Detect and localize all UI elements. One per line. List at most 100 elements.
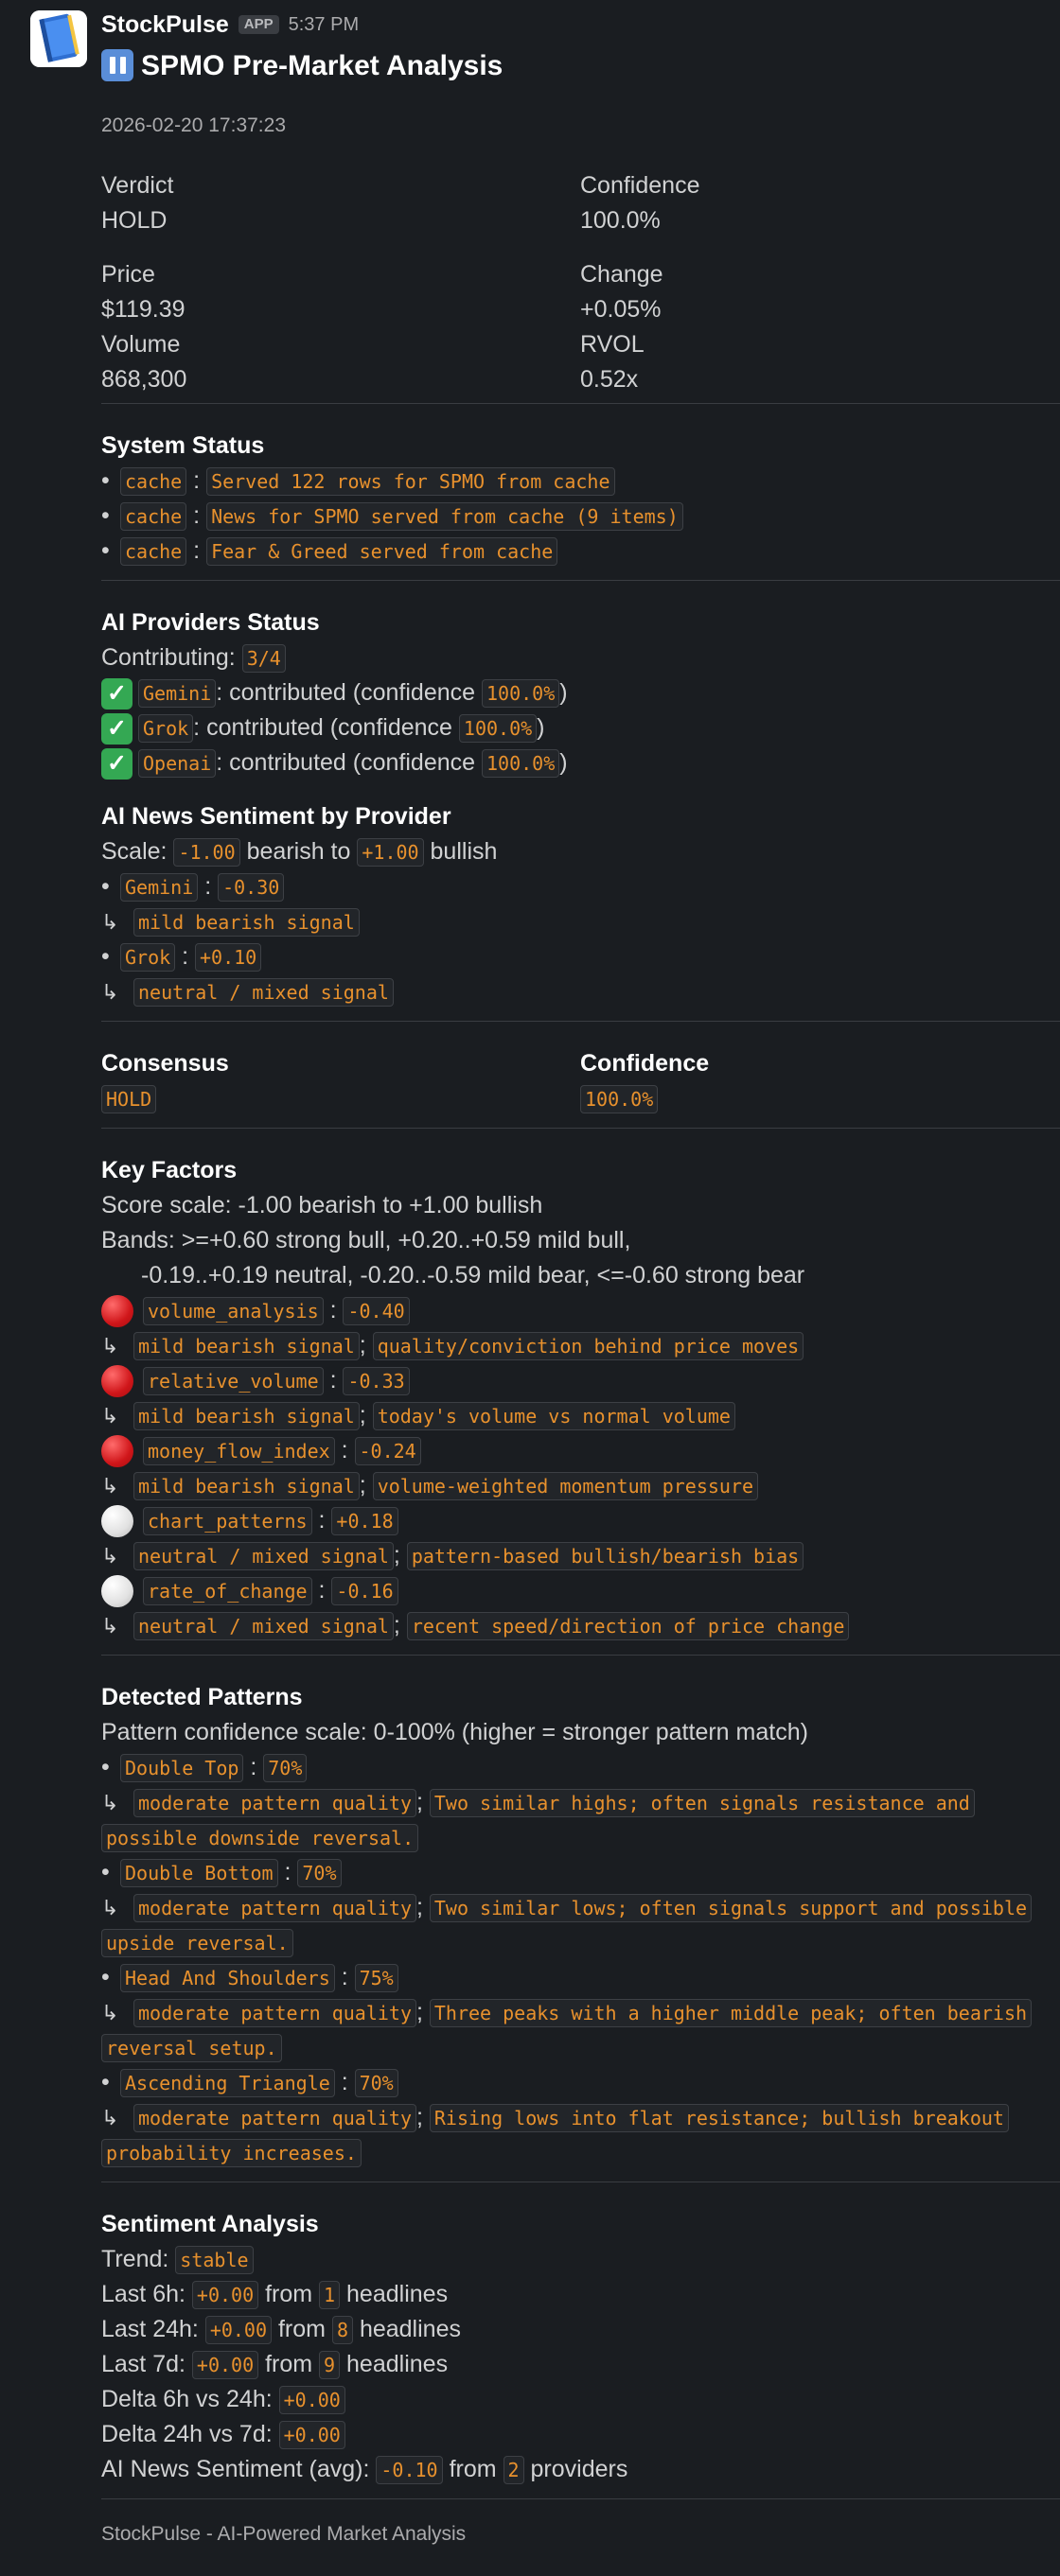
avg-from: from <box>449 2456 497 2482</box>
factor-detail: ↳ mild bearish signal; quality/conviction… <box>101 1328 1060 1363</box>
system-status-section: System Status • cache : Served 122 rows f… <box>101 429 1060 569</box>
factor-row: chart_patterns : +0.18 <box>101 1503 1060 1538</box>
contributing-label: Contributing: <box>101 644 236 671</box>
factor-signal: neutral / mixed signal <box>133 1542 394 1571</box>
section-title: AI Providers Status <box>101 609 320 636</box>
sentiment-row: Last 7d: +0.00 from 9 headlines <box>101 2347 1060 2382</box>
section-title: Detected Patterns <box>101 1684 303 1710</box>
status-tag: cache <box>120 502 187 532</box>
verdict-field: Verdict HOLD <box>101 168 580 238</box>
sentiment-from: from <box>265 2281 313 2307</box>
white-circle-icon <box>101 1575 133 1608</box>
divider <box>101 403 1060 404</box>
patterns-section: Detected Patterns Pattern confidence sca… <box>101 1680 1060 2170</box>
message-time[interactable]: 5:37 PM <box>289 8 359 43</box>
list-item: • Grok : +0.10 <box>101 939 1060 974</box>
white-circle-icon <box>101 1505 133 1538</box>
sentiment-row: Last 6h: +0.00 from 1 headlines <box>101 2277 1060 2312</box>
check-mark-icon: ✓ <box>101 677 132 710</box>
section-title: Key Factors <box>101 1157 238 1183</box>
factor-desc: recent speed/direction of price change <box>406 1612 850 1641</box>
pattern-desc-cont: upside reversal. <box>101 1929 293 1958</box>
list-item: ↳ mild bearish signal <box>101 904 1060 939</box>
provider-confidence: 100.0% <box>481 679 560 709</box>
factor-signal: neutral / mixed signal <box>133 1612 394 1641</box>
status-tag: cache <box>120 537 187 567</box>
factor-score: -0.40 <box>343 1297 410 1326</box>
confidence-value: 100.0% <box>580 207 661 234</box>
pattern-pct: 70% <box>263 1754 308 1783</box>
list-item: ↳ neutral / mixed signal <box>101 974 1060 1009</box>
factor-score: -0.24 <box>354 1437 421 1466</box>
sentiment-label: Last 6h: <box>101 2281 186 2307</box>
provider-name: Grok <box>120 943 176 973</box>
list-item: • cache : Served 122 rows for SPMO from c… <box>101 464 1060 499</box>
pattern-detail-cont: possible downside reversal. <box>101 1820 1060 1855</box>
provider-score: +0.10 <box>195 943 262 973</box>
pattern-name: Ascending Triangle <box>120 2069 335 2098</box>
factor-signal: mild bearish signal <box>133 1332 360 1361</box>
sentiment-label: Last 24h: <box>101 2316 199 2342</box>
pattern-name: Head And Shoulders <box>120 1964 335 1993</box>
app-badge: APP <box>238 15 279 34</box>
provider-close: ) <box>559 749 568 776</box>
consensus-confidence-value: 100.0% <box>580 1085 659 1114</box>
section-title: System Status <box>101 432 265 459</box>
change-value: +0.05% <box>580 296 662 323</box>
provider-name: Gemini <box>138 679 217 709</box>
pattern-desc-cont: probability increases. <box>101 2139 362 2168</box>
provider-signal: neutral / mixed signal <box>133 978 394 1008</box>
pattern-quality: moderate pattern quality <box>133 1999 416 2028</box>
bands-line-2: -0.19..+0.19 neutral, -0.20..-0.59 mild … <box>141 1262 805 1288</box>
check-mark-icon: ✓ <box>101 712 132 745</box>
provider-confidence: 100.0% <box>481 749 560 779</box>
consensus-value: HOLD <box>101 1085 157 1114</box>
section-title: Sentiment Analysis <box>101 2211 319 2237</box>
factor-row: money_flow_index : -0.24 <box>101 1433 1060 1468</box>
pattern-desc: Two similar highs; often signals resista… <box>429 1789 975 1818</box>
consensus-fields: Consensus HOLD Confidence 100.0% <box>101 1046 1060 1116</box>
change-label: Change <box>580 261 663 288</box>
divider <box>101 2498 1060 2499</box>
pattern-pct: 70% <box>297 1859 342 1888</box>
provider-row: ✓ Gemini: contributed (confidence 100.0%) <box>101 675 1060 710</box>
provider-signal: mild bearish signal <box>133 908 360 938</box>
factor-signal: mild bearish signal <box>133 1402 360 1431</box>
list-item: • cache : Fear & Greed served from cache <box>101 534 1060 569</box>
provider-close: ) <box>537 714 545 741</box>
contributing-count: 3/4 <box>241 644 286 674</box>
confidence-label: Confidence <box>580 172 700 199</box>
pattern-detail-cont: probability increases. <box>101 2135 1060 2170</box>
pattern-desc: Rising lows into flat resistance; bullis… <box>429 2104 1009 2133</box>
app-name[interactable]: StockPulse <box>101 8 229 43</box>
timestamp: 2026-02-20 17:37:23 <box>101 114 286 136</box>
pattern-detail-cont: reversal setup. <box>101 2030 1060 2065</box>
avg-suffix: providers <box>530 2456 628 2482</box>
divider <box>101 1655 1060 1656</box>
status-text: Fear & Greed served from cache <box>206 537 558 567</box>
provider-text: : contributed (confidence <box>216 679 476 706</box>
app-avatar[interactable] <box>30 10 87 67</box>
pattern-quality: moderate pattern quality <box>133 1894 416 1923</box>
message-header: StockPulse APP 5:37 PM <box>101 0 1060 44</box>
summary-fields: Verdict HOLD Confidence 100.0% Price $11… <box>101 168 1060 397</box>
price-field: Price $119.39 <box>101 257 580 327</box>
sentiment-value: +0.00 <box>204 2316 273 2345</box>
status-text: Served 122 rows for SPMO from cache <box>206 467 615 497</box>
price-value: $119.39 <box>101 296 186 323</box>
change-field: Change +0.05% <box>580 257 1059 327</box>
ai-providers-section: AI Providers Status Contributing: 3/4 ✓ G… <box>101 605 1060 780</box>
pattern-detail: ↳ moderate pattern quality; Rising lows i… <box>101 2100 1060 2135</box>
sentiment-suffix: headlines <box>346 2281 449 2307</box>
red-circle-icon <box>101 1365 133 1398</box>
red-circle-icon <box>101 1295 133 1328</box>
volume-value: 868,300 <box>101 366 187 393</box>
delta-label: Delta 6h vs 24h: <box>101 2386 273 2412</box>
provider-confidence: 100.0% <box>458 714 538 744</box>
pattern-detail: ↳ moderate pattern quality; Two similar h… <box>101 1785 1060 1820</box>
rvol-label: RVOL <box>580 331 645 358</box>
pattern-row: • Head And Shoulders : 75% <box>101 1960 1060 1995</box>
provider-row: ✓ Grok: contributed (confidence 100.0%) <box>101 710 1060 745</box>
factor-detail: ↳ mild bearish signal; today's volume vs … <box>101 1398 1060 1433</box>
sentiment-suffix: headlines <box>359 2316 461 2342</box>
